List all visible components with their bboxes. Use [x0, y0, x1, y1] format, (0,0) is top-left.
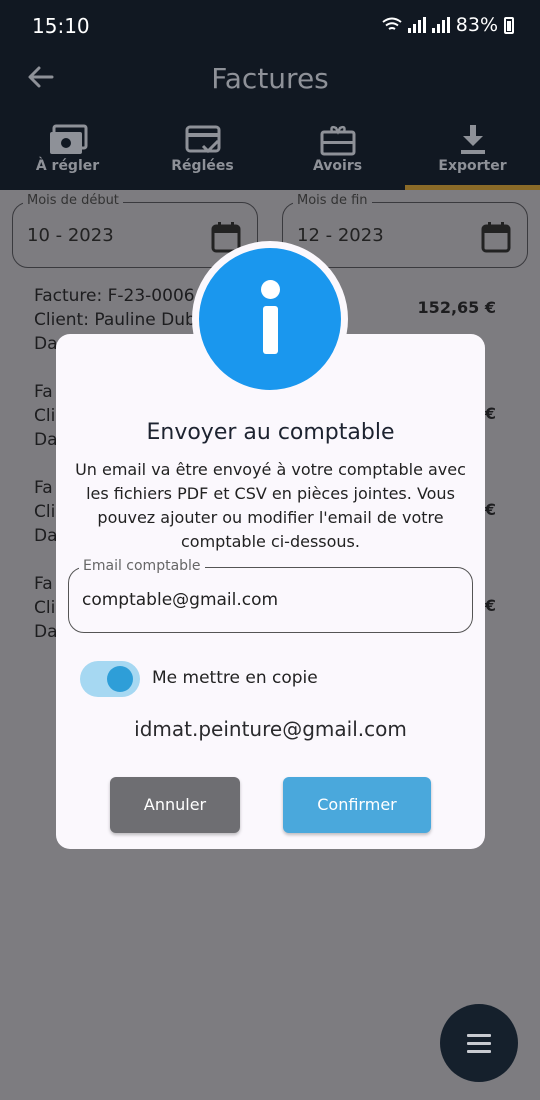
tab-bar: À régler Réglées Avoirs Exporter	[0, 118, 540, 190]
send-to-accountant-dialog: Envoyer au comptable Un email va être en…	[56, 334, 485, 849]
money-icon	[49, 124, 87, 154]
signal-icon-2	[431, 17, 450, 33]
tab-a-regler[interactable]: À régler	[0, 118, 135, 190]
status-bar: 15:10 83%	[0, 0, 540, 52]
confirm-button[interactable]: Confirmer	[283, 777, 431, 833]
end-month-value: 12 - 2023	[297, 225, 384, 246]
tab-label: Avoirs	[312, 158, 363, 174]
invoice-number: Fa	[34, 574, 53, 594]
tab-label: Exporter	[438, 158, 507, 174]
start-month-label: Mois de début	[23, 193, 123, 208]
battery-icon	[504, 16, 514, 34]
menu-icon-line	[467, 1042, 491, 1045]
invoice-number: Facture: F-23-0006	[34, 286, 195, 306]
download-icon	[460, 125, 485, 154]
accountant-email-field[interactable]: Email comptable comptable@gmail.com	[68, 558, 473, 633]
invoice-client: Cli	[34, 598, 56, 618]
accountant-email-label: Email comptable	[79, 558, 205, 574]
invoice-client: Client: Pauline Dub	[34, 310, 196, 330]
start-month-value: 10 - 2023	[27, 225, 114, 246]
status-icons: 83%	[382, 14, 514, 36]
invoice-amount: €	[484, 500, 496, 519]
menu-icon	[467, 1034, 491, 1037]
accountant-email-value[interactable]: comptable@gmail.com	[82, 590, 278, 610]
gift-card-icon	[320, 125, 355, 156]
invoice-date: Da	[34, 526, 58, 546]
tab-exporter[interactable]: Exporter	[405, 118, 540, 190]
info-icon-dot	[261, 280, 280, 299]
invoice-number: Fa	[34, 382, 53, 402]
invoice-client: Cli	[34, 502, 56, 522]
top-bar: 15:10 83% Factures À régler Réglées Avoi…	[0, 0, 540, 190]
info-icon-bar	[263, 306, 278, 354]
invoice-client: Cli	[34, 406, 56, 426]
info-icon	[192, 241, 348, 397]
tab-reglees[interactable]: Réglées	[135, 118, 270, 190]
dialog-title: Envoyer au comptable	[146, 420, 395, 445]
battery-percent: 83%	[455, 14, 498, 36]
invoice-amount: €	[484, 596, 496, 615]
invoice-number: Fa	[34, 478, 53, 498]
calendar-icon[interactable]	[481, 221, 511, 253]
page-title: Factures	[211, 62, 329, 95]
status-time: 15:10	[32, 14, 90, 38]
cancel-button[interactable]: Annuler	[110, 777, 240, 833]
list-item[interactable]: Fa Cli Da	[34, 476, 58, 548]
end-month-label: Mois de fin	[293, 193, 372, 208]
invoice-date: Da	[34, 430, 58, 450]
wifi-icon	[382, 17, 402, 30]
list-item[interactable]: Fa Cli Da	[34, 572, 58, 644]
menu-icon-line	[467, 1050, 491, 1053]
tab-label: À régler	[35, 158, 100, 174]
tab-label: Réglées	[171, 158, 234, 174]
card-check-icon	[185, 125, 220, 154]
toggle-knob	[107, 666, 133, 692]
copy-me-toggle[interactable]	[80, 661, 140, 697]
invoice-amount: 152,65 €	[417, 298, 496, 317]
signal-icon	[407, 17, 426, 33]
list-item[interactable]: Fa Cli Da	[34, 380, 58, 452]
invoice-date: Da	[34, 622, 58, 642]
invoice-amount: €	[484, 404, 496, 423]
dialog-message: Un email va être envoyé à votre comptabl…	[75, 460, 466, 551]
copy-me-label: Me mettre en copie	[152, 668, 318, 688]
tab-avoirs[interactable]: Avoirs	[270, 118, 405, 190]
menu-fab-button[interactable]	[440, 1004, 518, 1082]
app-bar: Factures	[0, 52, 540, 108]
user-email: idmat.peinture@gmail.com	[134, 717, 407, 741]
